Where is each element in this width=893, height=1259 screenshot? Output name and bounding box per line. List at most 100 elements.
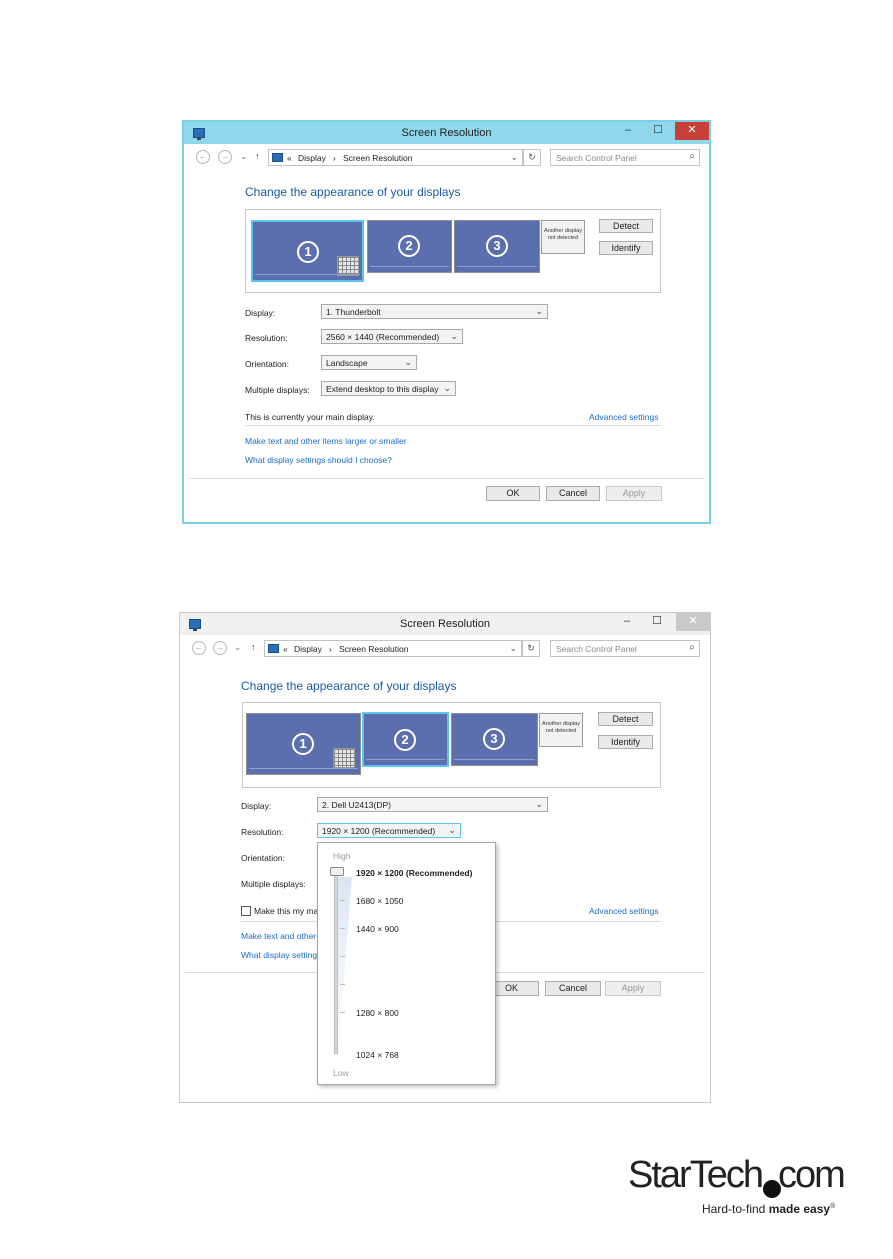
minimize-button[interactable]: – (616, 613, 638, 631)
breadcrumb-separator-icon[interactable]: › (329, 644, 332, 654)
orientation-select[interactable]: Landscape ⌄ (321, 355, 417, 370)
close-button[interactable]: ✕ (675, 122, 709, 140)
orientation-select-value: Landscape (326, 358, 368, 368)
no-display-line2: not detected (547, 235, 579, 241)
display-select[interactable]: 1. Thunderbolt ⌄ (321, 304, 548, 319)
breadcrumb-display[interactable]: Display (298, 153, 326, 163)
advanced-settings-link[interactable]: Advanced settings (589, 906, 658, 916)
address-bar[interactable]: « Display › Screen Resolution ⌄ (268, 149, 523, 166)
breadcrumb-chevrons[interactable]: « (287, 153, 292, 163)
display-select[interactable]: 2. Dell U2413(DP) ⌄ (317, 797, 548, 812)
close-button[interactable]: ✕ (676, 613, 710, 631)
undetected-display[interactable]: Another display not detected (539, 713, 583, 747)
breadcrumb-separator-icon[interactable]: › (333, 153, 336, 163)
orientation-label: Orientation: (241, 853, 285, 863)
resolution-option[interactable]: 1280 × 800 (356, 1008, 399, 1018)
maximize-button[interactable]: ☐ (647, 122, 669, 140)
search-input[interactable]: Search Control Panel ⌕ (550, 149, 700, 166)
text-size-link[interactable]: Make text and other items larger or smal… (245, 436, 407, 446)
taskbar-line (255, 274, 360, 275)
breadcrumb-screen-resolution[interactable]: Screen Resolution (339, 644, 408, 654)
no-display-line1: Another display (542, 721, 580, 727)
resolution-select[interactable]: 1920 × 1200 (Recommended) ⌄ (317, 823, 461, 838)
forward-arrow-icon[interactable]: → (218, 150, 232, 164)
ok-button[interactable]: OK (486, 486, 540, 501)
identify-button[interactable]: Identify (599, 241, 653, 255)
monitor-number: 2 (394, 729, 416, 751)
resolution-slider-thumb[interactable] (330, 867, 344, 876)
search-icon[interactable]: ⌕ (689, 642, 695, 653)
address-bar[interactable]: « Display › Screen Resolution ⌄ (264, 640, 522, 657)
title-bar[interactable]: Screen Resolution – ☐ ✕ (180, 613, 710, 635)
resolution-label: Resolution: (245, 333, 288, 343)
cancel-button[interactable]: Cancel (545, 981, 601, 996)
breadcrumb-screen-resolution[interactable]: Screen Resolution (343, 153, 412, 163)
monitor-3[interactable]: 3 (451, 713, 538, 766)
cancel-button[interactable]: Cancel (546, 486, 600, 501)
search-input[interactable]: Search Control Panel ⌕ (550, 640, 700, 657)
maximize-button[interactable]: ☐ (646, 613, 668, 631)
forward-arrow-icon[interactable]: → (213, 641, 227, 655)
control-panel-icon (268, 644, 279, 653)
navigation-bar: ← → ⌄ ↑ « Display › Screen Resolution ⌄ … (180, 637, 710, 661)
recent-locations-icon[interactable]: ⌄ (234, 642, 242, 653)
resolution-slider-track[interactable] (334, 871, 338, 1054)
breadcrumb-chevrons[interactable]: « (283, 644, 288, 654)
main-display-note: This is currently your main display. (245, 412, 375, 422)
minimize-button[interactable]: – (617, 122, 639, 140)
no-display-line1: Another display (544, 228, 582, 234)
taskbar-line (249, 768, 358, 769)
multiple-displays-select[interactable]: Extend desktop to this display ⌄ (321, 381, 456, 396)
detect-button[interactable]: Detect (598, 712, 653, 726)
refresh-icon[interactable]: ↻ (523, 149, 541, 166)
high-label: High (333, 851, 351, 861)
resolution-option[interactable]: 1440 × 900 (356, 924, 399, 934)
monitor-1[interactable]: 1 (251, 220, 364, 282)
title-bar[interactable]: Screen Resolution – ☐ ✕ (184, 122, 709, 144)
resolution-dropdown[interactable]: High 1920 × 1200 (Recommended) 1680 × 10… (317, 842, 496, 1085)
breadcrumb-display[interactable]: Display (294, 644, 322, 654)
resolution-option[interactable]: 1920 × 1200 (Recommended) (356, 868, 472, 878)
refresh-icon[interactable]: ↻ (522, 640, 540, 657)
resolution-select-value: 2560 × 1440 (Recommended) (326, 332, 440, 342)
advanced-settings-link[interactable]: Advanced settings (589, 412, 658, 422)
monitor-1[interactable]: 1 (246, 713, 361, 775)
taskbar-line (370, 266, 449, 267)
monitor-number: 2 (398, 235, 420, 257)
display-label: Display: (245, 308, 276, 318)
undetected-display[interactable]: Another display not detected (541, 220, 585, 254)
monitor-2[interactable]: 2 (367, 220, 452, 273)
resolution-option[interactable]: 1680 × 1050 (356, 896, 404, 906)
display-settings-help-link[interactable]: What display settings should I choose? (245, 455, 392, 465)
address-dropdown-icon[interactable]: ⌄ (510, 152, 518, 163)
chevron-down-icon: ⌄ (443, 383, 451, 393)
tagline-bold: made easy (768, 1202, 831, 1216)
up-arrow-icon[interactable]: ↑ (251, 642, 256, 652)
back-arrow-icon[interactable]: ← (192, 641, 206, 655)
resolution-option[interactable]: 1024 × 768 (356, 1050, 399, 1060)
search-icon[interactable]: ⌕ (689, 151, 695, 162)
logo-com: com (778, 1154, 846, 1196)
screen-resolution-window-1: Screen Resolution – ☐ ✕ ← → ⌄ ↑ « Displa… (182, 120, 711, 524)
recent-locations-icon[interactable]: ⌄ (240, 151, 248, 162)
address-dropdown-icon[interactable]: ⌄ (509, 643, 517, 654)
main-display-checkbox[interactable] (241, 906, 251, 916)
monitor-3[interactable]: 3 (454, 220, 540, 273)
text-size-link[interactable]: Make text and other (241, 931, 316, 941)
resolution-select-value: 1920 × 1200 (Recommended) (322, 826, 436, 836)
search-placeholder: Search Control Panel (556, 644, 637, 654)
back-arrow-icon[interactable]: ← (196, 150, 210, 164)
identify-button[interactable]: Identify (598, 735, 653, 749)
apply-button[interactable]: Apply (605, 981, 661, 996)
registered-mark: ® (830, 1203, 836, 1210)
multiple-displays-label: Multiple displays: (245, 385, 310, 395)
display-label: Display: (241, 801, 272, 811)
detect-button[interactable]: Detect (599, 219, 653, 233)
chevron-down-icon: ⌄ (448, 825, 456, 835)
monitor-2[interactable]: 2 (362, 712, 449, 767)
page-heading: Change the appearance of your displays (245, 185, 461, 199)
resolution-select[interactable]: 2560 × 1440 (Recommended) ⌄ (321, 329, 463, 344)
display-settings-help-link[interactable]: What display setting (241, 950, 317, 960)
up-arrow-icon[interactable]: ↑ (255, 151, 260, 161)
apply-button[interactable]: Apply (606, 486, 662, 501)
